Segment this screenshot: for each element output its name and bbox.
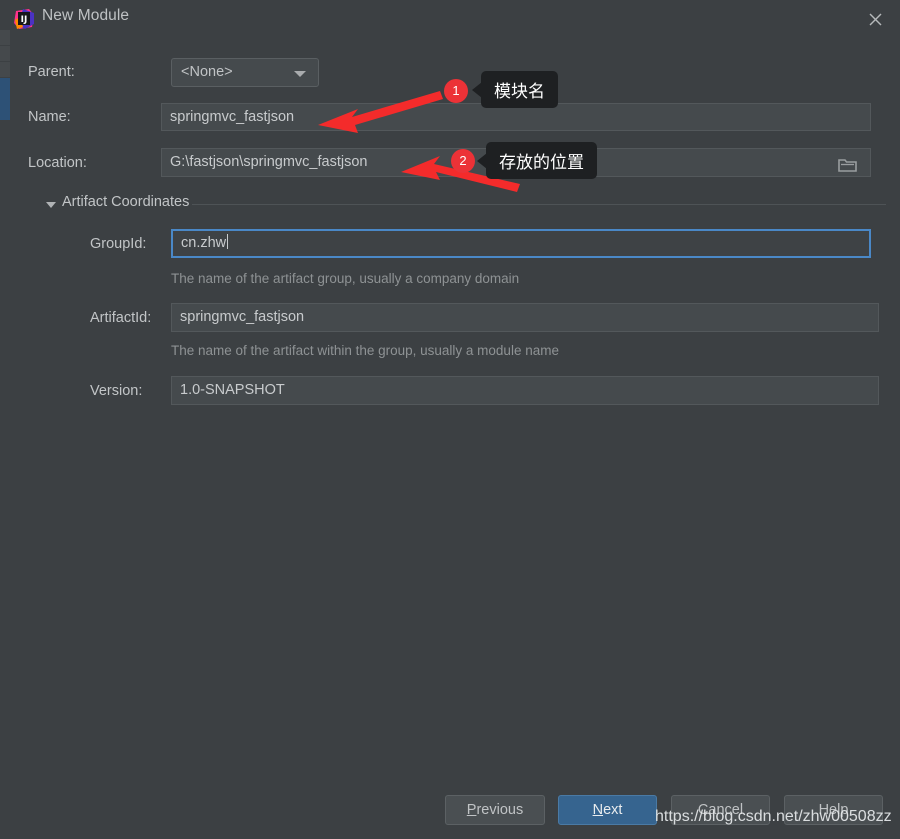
new-module-dialog: IJ New Module Parent: <None> Name: sprin… (10, 0, 900, 839)
background-list-item-selected (0, 78, 10, 121)
background-list-item (0, 46, 10, 62)
section-divider (192, 204, 886, 205)
location-label: Location: (28, 155, 87, 171)
parent-dropdown-value: <None> (181, 64, 233, 80)
background-list-item (0, 30, 10, 46)
text-caret (227, 234, 229, 249)
version-label: Version: (90, 383, 143, 399)
svg-text:IJ: IJ (21, 15, 28, 25)
parent-label: Parent: (28, 64, 75, 80)
name-label: Name: (28, 109, 71, 125)
location-input-value: G:\fastjson\springmvc_fastjson (170, 154, 368, 170)
close-icon[interactable] (858, 4, 892, 34)
groupid-input-value: cn.zhw (181, 235, 227, 251)
parent-dropdown[interactable]: <None> (171, 58, 319, 87)
dialog-titlebar: IJ New Module (10, 0, 900, 40)
artifact-coordinates-title: Artifact Coordinates (62, 194, 190, 210)
dialog-title: New Module (42, 7, 130, 24)
triangle-down-icon (46, 202, 56, 208)
name-input[interactable]: springmvc_fastjson (161, 103, 871, 131)
watermark-url: https://blog.csdn.net/zhw00508zz (655, 808, 892, 825)
version-input[interactable]: 1.0-SNAPSHOT (171, 376, 879, 405)
background-list-item (0, 62, 10, 78)
previous-button-mnemonic: P (466, 802, 477, 818)
chevron-down-icon (294, 71, 306, 77)
previous-button[interactable]: Previous (445, 795, 545, 825)
previous-button-label: revious (476, 802, 524, 818)
groupid-label: GroupId: (90, 236, 147, 252)
next-button-label: ext (603, 802, 623, 818)
background-window-sliver (0, 0, 10, 839)
folder-icon[interactable] (838, 156, 858, 172)
location-input[interactable]: G:\fastjson\springmvc_fastjson (161, 148, 871, 177)
artifactid-hint: The name of the artifact within the grou… (171, 343, 559, 358)
next-button-mnemonic: N (592, 802, 604, 818)
next-button[interactable]: Next (558, 795, 657, 825)
artifact-coordinates-section-header[interactable]: Artifact Coordinates (42, 194, 900, 216)
artifactid-label: ArtifactId: (90, 310, 152, 326)
intellij-idea-icon: IJ (13, 8, 35, 30)
artifactid-input[interactable]: springmvc_fastjson (171, 303, 879, 332)
groupid-input[interactable]: cn.zhw (171, 229, 871, 258)
groupid-hint: The name of the artifact group, usually … (171, 271, 520, 286)
